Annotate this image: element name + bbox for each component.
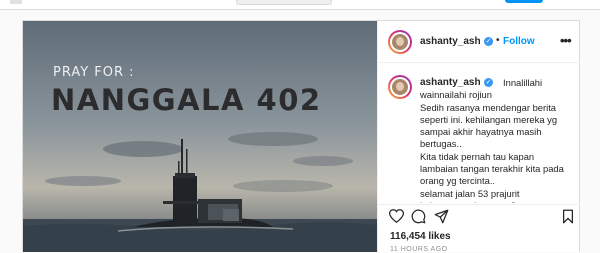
- caption-line: Kita tidak pernah tau kapan lambaian tan…: [420, 150, 564, 187]
- top-nav-bar: [0, 0, 600, 10]
- caption-text: Innalillahi wainnailahi rojiun Sedih ras…: [420, 77, 572, 203]
- follow-button[interactable]: Follow: [503, 36, 535, 47]
- share-icon[interactable]: [434, 209, 449, 229]
- post-timestamp[interactable]: 11 HOURS AGO: [390, 246, 448, 253]
- submarine-photo: [23, 21, 377, 252]
- caption-line: selamat jalan 53 prajurit kebanggaan ban…: [420, 187, 566, 203]
- post-card: PRAY FOR : NANGGALA 402 ashanty_ash ✓ • …: [22, 20, 580, 253]
- poster-title: NANGGALA 402: [51, 83, 322, 117]
- post-header: ashanty_ash ✓ • Follow •••: [378, 21, 580, 63]
- logo[interactable]: [10, 0, 22, 4]
- verified-badge-icon: ✓: [484, 37, 493, 46]
- caption-line: Sedih rasanya mendengar berita seperti i…: [420, 101, 558, 150]
- comment-icon[interactable]: [411, 209, 426, 229]
- nav-action-button[interactable]: [505, 0, 543, 3]
- likes-count[interactable]: 116,454 likes: [390, 231, 451, 242]
- post-sidebar: ashanty_ash ✓ • Follow ••• ashanty_ash ✓…: [377, 21, 580, 253]
- separator-dot: •: [496, 35, 500, 46]
- comments-section: ashanty_ash ✓ Innalillahi wainnailahi ro…: [378, 63, 580, 203]
- caption-line: Innalillahi wainnailahi rojiun: [420, 77, 543, 101]
- avatar[interactable]: [388, 30, 412, 54]
- action-bar: [378, 204, 580, 227]
- bookmark-icon[interactable]: [562, 209, 574, 229]
- username-link[interactable]: ashanty_ash: [420, 36, 481, 47]
- search-input[interactable]: [236, 0, 332, 5]
- post-image[interactable]: PRAY FOR : NANGGALA 402: [23, 21, 377, 252]
- caption-avatar[interactable]: [388, 75, 412, 99]
- more-options-icon[interactable]: •••: [560, 33, 572, 48]
- heart-icon[interactable]: [388, 209, 405, 228]
- poster-subtitle: PRAY FOR :: [53, 65, 135, 80]
